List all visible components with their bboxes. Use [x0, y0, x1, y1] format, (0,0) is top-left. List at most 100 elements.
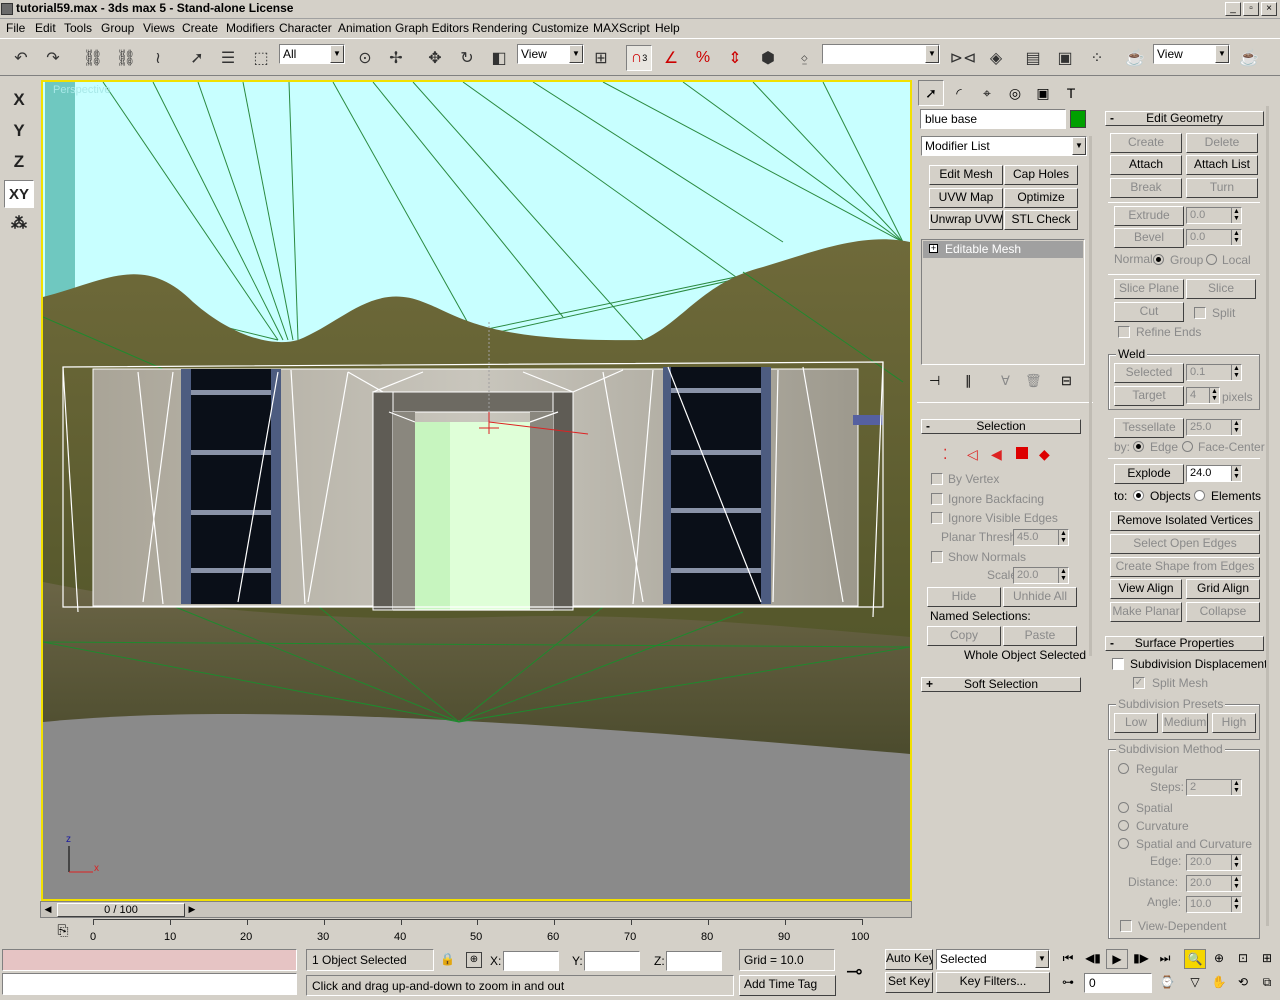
regular-radio[interactable]: [1118, 763, 1129, 774]
ref-coord-dropdown[interactable]: View ▼: [517, 44, 584, 64]
restrict-y-button[interactable]: Y: [4, 117, 34, 145]
select-by-name-icon[interactable]: ☰: [215, 45, 241, 71]
menu-file[interactable]: File: [6, 21, 25, 35]
attach-list-button[interactable]: Attach List: [1186, 155, 1258, 175]
subdivision-displacement-checkbox[interactable]: [1112, 658, 1124, 670]
slice-button[interactable]: Slice: [1186, 279, 1256, 299]
planar-thresh-spinner[interactable]: 45.0 ▲ ▼: [1013, 529, 1069, 546]
zoom-icon[interactable]: 🔍: [1184, 949, 1206, 969]
split-checkbox[interactable]: [1194, 307, 1206, 319]
hierarchy-tab-icon[interactable]: ⌖: [974, 80, 1000, 106]
break-button[interactable]: Break: [1110, 178, 1182, 198]
undo-icon[interactable]: ↶: [8, 45, 34, 71]
spatial-curvature-radio[interactable]: [1118, 838, 1129, 849]
preset-low-button[interactable]: Low: [1114, 713, 1158, 733]
cut-button[interactable]: Cut: [1114, 302, 1184, 322]
pin-stack-icon[interactable]: ⊣: [929, 373, 940, 389]
steps-spinner[interactable]: 2 ▲ ▼: [1186, 779, 1242, 796]
y-coord-field[interactable]: [584, 951, 640, 971]
time-prev-icon[interactable]: ◀: [41, 902, 55, 917]
menu-group[interactable]: Group: [101, 21, 134, 35]
menu-help[interactable]: Help: [655, 21, 680, 35]
menu-maxscript[interactable]: MAXScript: [593, 21, 650, 35]
x-coord-field[interactable]: [503, 951, 559, 971]
unwrap-uvw-button[interactable]: Unwrap UVW: [929, 210, 1003, 230]
weld-target-spinner[interactable]: 4 ▲ ▼: [1186, 387, 1220, 404]
panel-scrollbar[interactable]: [1089, 136, 1092, 656]
make-planar-button[interactable]: Make Planar: [1110, 602, 1182, 622]
panel-scrollbar[interactable]: [1266, 106, 1269, 926]
stack-item-editable-mesh[interactable]: + Editable Mesh: [923, 241, 1083, 258]
preset-medium-button[interactable]: Medium: [1162, 713, 1208, 733]
named-selection-dropdown[interactable]: ▼: [822, 44, 940, 64]
create-button[interactable]: Create: [1110, 133, 1182, 153]
spinner-arrows-icon[interactable]: ▲ ▼: [1231, 365, 1241, 380]
object-color-swatch[interactable]: [1070, 110, 1086, 128]
spatial-radio[interactable]: [1118, 802, 1129, 813]
spinner-arrows-icon[interactable]: ▲ ▼: [1058, 568, 1068, 583]
view-align-button[interactable]: View Align: [1110, 579, 1182, 599]
named-selection-sets-icon[interactable]: ⬢: [755, 45, 781, 71]
view-dependent-checkbox[interactable]: [1120, 920, 1132, 932]
select-and-manipulate-icon[interactable]: ⊙: [352, 45, 378, 71]
spinner-arrows-icon[interactable]: ▲ ▼: [1231, 855, 1241, 870]
close-button[interactable]: ×: [1261, 2, 1277, 16]
tessellate-edge-radio[interactable]: [1133, 441, 1144, 452]
pan-icon[interactable]: ✋: [1208, 973, 1230, 993]
expand-icon[interactable]: +: [929, 244, 938, 253]
menu-tools[interactable]: Tools: [64, 21, 92, 35]
zoom-all-icon[interactable]: ⊕: [1208, 949, 1230, 969]
grid-align-button[interactable]: Grid Align: [1186, 579, 1260, 599]
move-icon[interactable]: ✥: [422, 45, 448, 71]
zoom-extents-all-icon[interactable]: ⊞: [1256, 949, 1278, 969]
stl-check-button[interactable]: STL Check: [1004, 210, 1078, 230]
normal-local-radio[interactable]: [1206, 254, 1217, 265]
time-slider-thumb[interactable]: 0 / 100: [57, 903, 185, 917]
polygon-subobject-icon[interactable]: [1016, 447, 1028, 459]
curvature-radio[interactable]: [1118, 820, 1129, 831]
explode-angle-spinner[interactable]: 24.0 ▲ ▼: [1186, 465, 1242, 482]
menu-character[interactable]: Character: [279, 21, 332, 35]
ignore-visible-edges-checkbox[interactable]: [931, 512, 943, 524]
previous-frame-icon[interactable]: ◀▮: [1082, 949, 1104, 969]
modifier-stack[interactable]: + Editable Mesh: [921, 239, 1085, 365]
maximize-button[interactable]: ▫: [1243, 2, 1259, 16]
mirror-icon[interactable]: ⊳⊲: [950, 45, 977, 71]
select-object-icon[interactable]: ➚: [184, 45, 210, 71]
display-tab-icon[interactable]: ▣: [1030, 80, 1056, 106]
menu-create[interactable]: Create: [182, 21, 218, 35]
edit-named-selection-icon[interactable]: ⍚: [792, 45, 818, 71]
unlink-icon[interactable]: ⛓: [113, 45, 139, 71]
align-icon[interactable]: ◈: [983, 45, 1009, 71]
preset-high-button[interactable]: High: [1212, 713, 1256, 733]
time-next-icon[interactable]: ▶: [185, 902, 199, 917]
remove-isolated-vertices-button[interactable]: Remove Isolated Vertices: [1110, 511, 1260, 531]
menu-animation[interactable]: Animation: [338, 21, 391, 35]
remove-modifier-icon[interactable]: 🗑: [1025, 373, 1042, 389]
time-slider[interactable]: ◀ 0 / 100 ▶: [40, 901, 912, 918]
redo-icon[interactable]: ↷: [40, 45, 66, 71]
spinner-arrows-icon[interactable]: ▲ ▼: [1231, 420, 1241, 435]
set-key-mode-icon[interactable]: ⊸: [846, 959, 863, 984]
tessellate-spinner[interactable]: 25.0 ▲ ▼: [1186, 419, 1242, 436]
goto-start-icon[interactable]: ⏮: [1057, 949, 1079, 969]
extrude-button[interactable]: Extrude: [1114, 206, 1184, 226]
z-coord-field[interactable]: [666, 951, 722, 971]
modify-tab-icon[interactable]: ◜: [946, 80, 972, 106]
bevel-spinner[interactable]: 0.0 ▲ ▼: [1186, 229, 1242, 246]
create-shape-from-edges-button[interactable]: Create Shape from Edges: [1110, 557, 1260, 577]
track-view-icon[interactable]: ▤: [1020, 45, 1046, 71]
spinner-arrows-icon[interactable]: ▲ ▼: [1231, 897, 1241, 912]
goto-end-icon[interactable]: ⏭: [1154, 949, 1176, 969]
tessellate-button[interactable]: Tessellate: [1114, 418, 1184, 438]
surface-properties-rollout-header[interactable]: - Surface Properties: [1105, 636, 1264, 651]
explode-objects-radio[interactable]: [1133, 490, 1144, 501]
bevel-button[interactable]: Bevel: [1114, 228, 1184, 248]
restrict-z-button[interactable]: Z: [4, 148, 34, 176]
soft-selection-rollout-header[interactable]: + Soft Selection: [921, 677, 1081, 692]
maxscript-input-mini[interactable]: [2, 973, 297, 995]
show-end-result-icon[interactable]: ∥: [965, 373, 972, 389]
menu-edit[interactable]: Edit: [35, 21, 56, 35]
object-name-field[interactable]: blue base: [920, 109, 1066, 129]
menu-customize[interactable]: Customize: [532, 21, 589, 35]
